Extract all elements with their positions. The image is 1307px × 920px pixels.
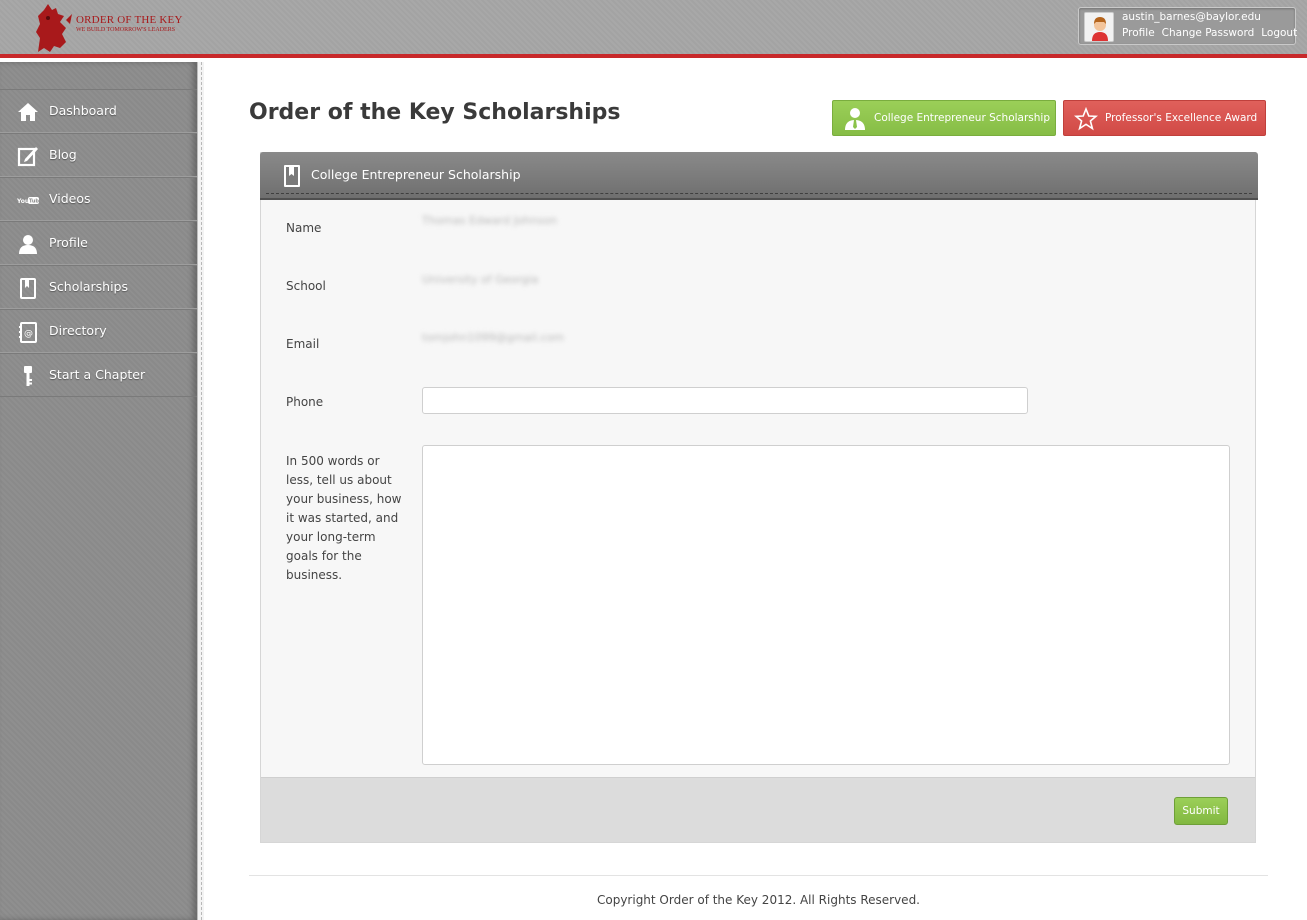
sidebar-item-label: Blog — [49, 147, 77, 162]
sidebar: Dashboard Blog You Tube Videos Profile — [0, 62, 197, 920]
sidebar-item-directory[interactable]: @ Directory — [0, 309, 197, 353]
essay-label: In 500 words or less, tell us about your… — [286, 454, 402, 582]
sidebar-item-blog[interactable]: Blog — [0, 133, 197, 177]
sidebar-item-label: Profile — [49, 235, 88, 250]
svg-text:@: @ — [24, 329, 33, 339]
person-tie-icon — [845, 108, 865, 130]
user-avatar-icon — [1085, 13, 1113, 41]
sidebar-item-profile[interactable]: Profile — [0, 221, 197, 265]
logout-link[interactable]: Logout — [1261, 27, 1297, 39]
key-icon — [24, 366, 32, 386]
sidebar-item-label: Dashboard — [49, 103, 117, 118]
book-icon — [284, 165, 300, 187]
panel-footer: Submit — [261, 777, 1255, 842]
top-bar: ORDER OF THE KEY WE BUILD TOMORROW'S LEA… — [0, 0, 1307, 58]
essay-textarea[interactable] — [422, 445, 1230, 765]
sidebar-item-scholarships[interactable]: Scholarships — [0, 265, 197, 309]
email-value: tomjohn1099@gmail.com — [422, 331, 565, 344]
sidebar-item-label: Videos — [49, 191, 91, 206]
sidebar-item-label: Start a Chapter — [49, 367, 146, 382]
sidebar-divider — [197, 62, 204, 920]
svg-text:You: You — [17, 198, 29, 205]
button-label: College Entrepreneur Scholarship — [874, 112, 1050, 124]
sidebar-item-dashboard[interactable]: Dashboard — [0, 89, 197, 133]
footer-divider — [249, 875, 1268, 876]
logo-tagline: WE BUILD TOMORROW'S LEADERS — [76, 27, 176, 33]
address-book-icon: @ — [19, 322, 37, 343]
phone-input[interactable] — [422, 387, 1028, 414]
sidebar-item-label: Directory — [49, 323, 107, 338]
panel-header: College Entrepreneur Scholarship — [260, 152, 1258, 200]
school-label: School — [286, 279, 326, 293]
person-icon — [19, 235, 37, 254]
name-label: Name — [286, 221, 322, 235]
sidebar-item-start-chapter[interactable]: Start a Chapter — [0, 353, 197, 397]
change-password-link[interactable]: Change Password — [1162, 27, 1255, 39]
email-label: Email — [286, 337, 320, 351]
profile-link[interactable]: Profile — [1122, 27, 1155, 39]
youtube-icon: You Tube — [17, 197, 39, 205]
scholarship-form-panel: College Entrepreneur Scholarship Name Th… — [260, 152, 1258, 843]
panel-title: College Entrepreneur Scholarship — [311, 167, 521, 182]
page-title: Order of the Key Scholarships — [249, 100, 621, 125]
submit-button[interactable]: Submit — [1174, 797, 1228, 825]
home-icon — [18, 103, 38, 121]
sidebar-item-videos[interactable]: You Tube Videos — [0, 177, 197, 221]
star-icon — [1074, 107, 1098, 131]
book-icon — [20, 278, 36, 299]
svg-text:Tube: Tube — [29, 199, 39, 205]
college-entrepreneur-scholarship-button[interactable]: College Entrepreneur Scholarship — [832, 100, 1056, 136]
user-box: austin_barnes@baylor.edu Profile Change P… — [1078, 7, 1297, 45]
sidebar-item-label: Scholarships — [49, 279, 129, 294]
avatar[interactable] — [1084, 12, 1114, 42]
logo[interactable]: ORDER OF THE KEY WE BUILD TOMORROW'S LEA… — [30, 2, 183, 56]
phone-label: Phone — [286, 395, 324, 409]
school-value: University of Georgia — [422, 273, 539, 286]
name-value: Thomas Edward Johnson — [422, 214, 557, 227]
logo-title: ORDER OF THE KEY — [76, 14, 183, 26]
user-links: Profile Change Password Logout — [1122, 27, 1304, 39]
user-email: austin_barnes@baylor.edu — [1122, 11, 1261, 23]
button-label: Professor's Excellence Award — [1105, 112, 1258, 124]
sidebar-nav: Dashboard Blog You Tube Videos Profile — [0, 89, 197, 397]
lion-logo-icon — [36, 4, 72, 52]
professors-excellence-award-button[interactable]: Professor's Excellence Award — [1063, 100, 1266, 136]
copyright: Copyright Order of the Key 2012. All Rig… — [596, 893, 920, 907]
edit-icon — [17, 147, 38, 167]
